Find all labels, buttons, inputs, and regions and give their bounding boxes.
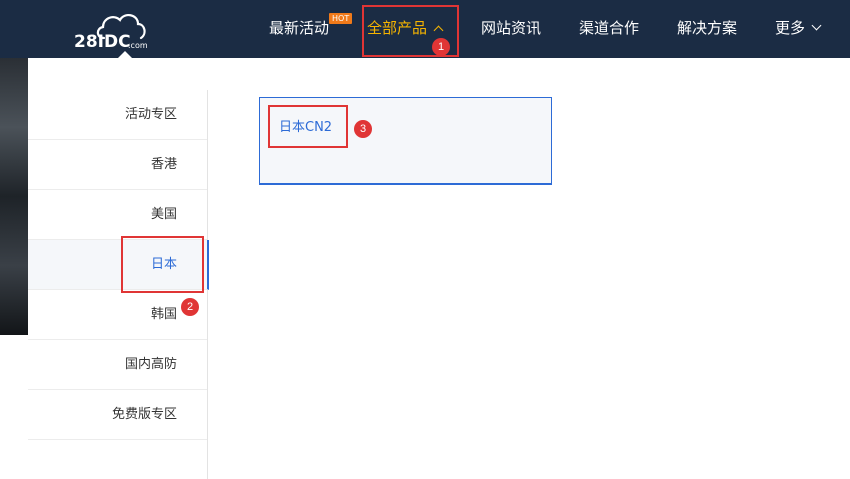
sidebar-item-label: 美国 xyxy=(150,207,177,222)
dropdown-pointer xyxy=(118,51,132,58)
background-banner-image xyxy=(0,58,28,335)
nav-channel-cooperation[interactable]: 渠道合作 xyxy=(579,0,639,58)
sidebar-item-label: 香港 xyxy=(150,157,177,172)
nav-label: 最新活动 xyxy=(269,19,330,37)
logo-text: 28IDC xyxy=(74,32,131,52)
sidebar-item-label: 免费版专区 xyxy=(111,407,177,422)
nav-label: 解决方案 xyxy=(677,19,738,37)
site-logo[interactable]: 28IDC .com xyxy=(72,12,162,54)
annotation-marker-1: 1 xyxy=(432,38,450,56)
hot-badge: HOT xyxy=(329,13,353,24)
sidebar-item-free-zone[interactable]: 免费版专区 xyxy=(28,390,207,440)
sidebar-item-usa[interactable]: 美国 xyxy=(28,190,207,240)
annotation-marker-3: 3 xyxy=(354,120,372,138)
sidebar-item-promotions[interactable]: 活动专区 xyxy=(28,90,207,140)
nav-site-news[interactable]: 网站资讯 xyxy=(481,0,541,58)
sidebar-item-label: 韩国 xyxy=(150,307,177,322)
nav-label: 渠道合作 xyxy=(579,19,640,37)
nav-latest-activities[interactable]: 最新活动 xyxy=(269,0,329,58)
sidebar-item-label: 国内高防 xyxy=(124,357,177,372)
page-root: 28IDC .com 最新活动 HOT 全部产品 网站资讯 渠道合作 解决方案 … xyxy=(0,0,850,479)
annotation-box-3 xyxy=(268,105,348,148)
nav-label: 更多 xyxy=(775,19,806,37)
nav-label: 网站资讯 xyxy=(481,19,542,37)
sidebar-item-korea[interactable]: 韩国 xyxy=(28,290,207,340)
nav-solutions[interactable]: 解决方案 xyxy=(677,0,737,58)
annotation-box-2 xyxy=(121,236,204,293)
chevron-down-icon xyxy=(811,20,822,31)
nav-more[interactable]: 更多 xyxy=(775,0,822,58)
sidebar-item-label: 活动专区 xyxy=(124,107,177,122)
annotation-marker-2: 2 xyxy=(181,298,199,316)
sidebar-item-domestic-ddos[interactable]: 国内高防 xyxy=(28,340,207,390)
logo-suffix: .com xyxy=(128,41,148,50)
sidebar-item-hongkong[interactable]: 香港 xyxy=(28,140,207,190)
